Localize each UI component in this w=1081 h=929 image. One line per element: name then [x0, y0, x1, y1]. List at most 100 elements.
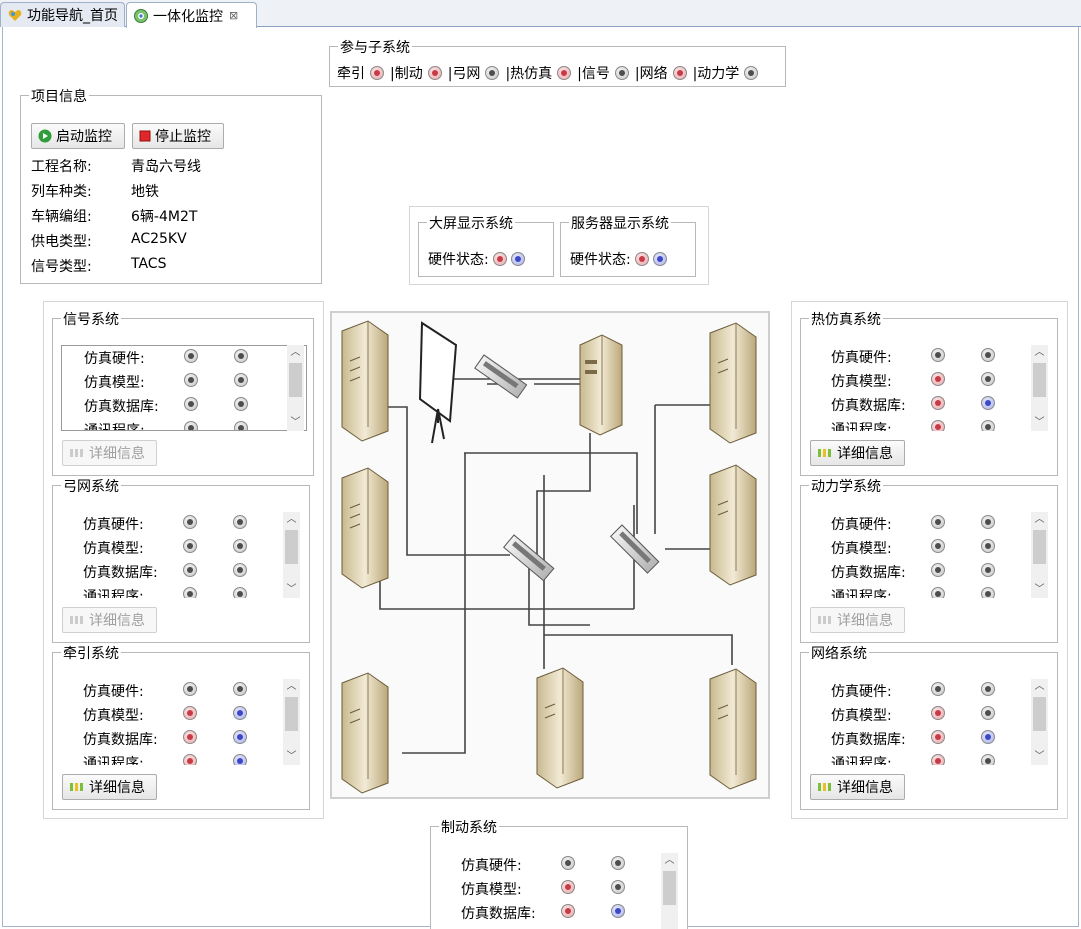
scroll-down-icon[interactable]: ﹀ [1031, 749, 1048, 765]
thermal-status-list[interactable]: 仿真硬件: 仿真模型: 仿真数据库: 通讯程序: [809, 345, 1051, 431]
dynamics-status-list[interactable]: 仿真硬件: 仿真模型: 仿真数据库: 通讯程序: [809, 512, 1051, 598]
network-led-a [931, 706, 945, 720]
pantograph-status-list[interactable]: 仿真硬件: 仿真模型: 仿真数据库: 通讯程序: [61, 512, 303, 598]
thermal-led-b [981, 396, 995, 410]
scroll-thumb[interactable] [1033, 697, 1046, 731]
traction-status-list[interactable]: 仿真硬件: 仿真模型: 仿真数据库: 通讯程序: [61, 679, 303, 765]
scroll-down-icon[interactable]: ﹀ [287, 415, 304, 431]
pantograph-subsystem-title: 弓网系统 [61, 476, 121, 496]
thermal-status-row: 通讯程序: [831, 419, 1029, 431]
signal-status-row: 仿真数据库: [84, 396, 286, 416]
braking-led-b [611, 904, 625, 918]
dynamics-status-row: 仿真硬件: [831, 514, 1029, 534]
tab-integrated-monitor[interactable]: 一体化监控 ⊠ [126, 2, 257, 28]
pantograph-led-b [233, 515, 247, 529]
project-info-title: 项目信息 [29, 86, 89, 106]
participant-6-label: |动力学 [692, 66, 740, 82]
scroll-down-icon[interactable]: ﹀ [283, 749, 300, 765]
display-systems-panel: 大屏显示系统 硬件状态: 服务器显示系统 硬件状态: [409, 206, 709, 285]
server-tower-ml-icon [341, 467, 389, 589]
participant-0-status-led [370, 66, 384, 80]
scroll-up-icon[interactable]: ︿ [1031, 345, 1048, 361]
tab-close-icon[interactable]: ⊠ [229, 9, 238, 22]
scroll-down-icon[interactable]: ﹀ [1031, 415, 1048, 431]
server-display-title: 服务器显示系统 [569, 213, 671, 233]
dynamics-subsystem-title: 动力学系统 [809, 476, 883, 496]
pantograph-row-label: 仿真硬件: [83, 517, 144, 533]
pantograph-led-b [233, 587, 247, 598]
signal-detail-label: 详细信息 [89, 446, 145, 462]
dynamics-scrollbar[interactable]: ︿ ﹀ [1031, 512, 1048, 598]
participant-6-status-led [744, 66, 759, 80]
traction-detail-button[interactable]: 详细信息 [62, 774, 157, 800]
dynamics-row-label: 通讯程序: [831, 589, 892, 598]
scroll-up-icon[interactable]: ︿ [1031, 679, 1048, 695]
scroll-up-icon[interactable]: ︿ [661, 853, 678, 869]
tab-home[interactable]: 功能导航_首页 [0, 2, 125, 27]
project-field-value: 青岛六号线 [131, 159, 201, 175]
bar-chart-icon [70, 449, 83, 457]
signal-subsystem-title: 信号系统 [61, 309, 121, 329]
pantograph-led-a [183, 539, 197, 553]
scroll-thumb[interactable] [285, 530, 298, 564]
monitor-globe-icon [134, 8, 148, 23]
tab-integrated-monitor-label: 一体化监控 [153, 8, 223, 25]
network-led-b [981, 754, 995, 765]
big-screen-led-2 [510, 252, 525, 266]
scroll-thumb[interactable] [1033, 530, 1046, 564]
editor-tab-bar: 功能导航_首页 一体化监控 ⊠ [0, 0, 1081, 28]
pantograph-scrollbar[interactable]: ︿ ﹀ [283, 512, 300, 598]
braking-status-list[interactable]: 仿真硬件: 仿真模型: 仿真数据库: [439, 853, 681, 929]
dynamics-detail-button[interactable]: 详细信息 [810, 607, 905, 633]
thermal-row-label: 通讯程序: [831, 422, 892, 431]
big-screen-title: 大屏显示系统 [427, 213, 515, 233]
signal-status-list[interactable]: 仿真硬件: 仿真模型: 仿真数据库: 通讯程序: [61, 345, 307, 431]
scroll-thumb[interactable] [285, 697, 298, 731]
participant-2-status-led [485, 66, 500, 80]
braking-led-b [611, 880, 625, 894]
pantograph-subsystem-group: 弓网系统 仿真硬件: 仿真模型: 仿真数据库: 通讯程序: ︿ ﹀ 详细信息 [52, 476, 310, 643]
scroll-up-icon[interactable]: ︿ [287, 345, 304, 361]
big-screen-status-label: 硬件状态: [428, 252, 489, 268]
scroll-thumb[interactable] [289, 363, 302, 397]
network-row-label: 仿真模型: [831, 708, 892, 724]
network-row-label: 仿真硬件: [831, 684, 892, 700]
signal-row-label: 仿真硬件: [84, 351, 145, 367]
network-status-row: 仿真数据库: [831, 729, 1029, 749]
signal-subsystem-group: 信号系统 仿真硬件: 仿真模型: 仿真数据库: 通讯程序: ︿ ﹀ 详细信息 [52, 309, 314, 476]
dynamics-led-b [981, 515, 995, 529]
pantograph-detail-button[interactable]: 详细信息 [62, 607, 157, 633]
scroll-thumb[interactable] [1033, 363, 1046, 397]
scroll-up-icon[interactable]: ︿ [1031, 512, 1048, 528]
scroll-up-icon[interactable]: ︿ [283, 679, 300, 695]
network-detail-button[interactable]: 详细信息 [810, 774, 905, 800]
stop-monitor-label: 停止监控 [155, 129, 211, 145]
braking-led-a [561, 904, 575, 918]
server-tower-bl-icon [341, 672, 389, 794]
network-status-list[interactable]: 仿真硬件: 仿真模型: 仿真数据库: 通讯程序: [809, 679, 1051, 765]
scroll-thumb[interactable] [663, 871, 676, 905]
network-led-b [981, 682, 995, 696]
big-screen-status: 硬件状态: [428, 249, 525, 269]
network-switch-top-icon [474, 354, 528, 399]
signal-scrollbar[interactable]: ︿ ﹀ [287, 345, 304, 431]
signal-led-b [234, 421, 248, 430]
dynamics-row-label: 仿真模型: [831, 541, 892, 557]
thermal-detail-button[interactable]: 详细信息 [810, 440, 905, 466]
thermal-scrollbar[interactable]: ︿ ﹀ [1031, 345, 1048, 431]
braking-scrollbar[interactable]: ︿ [661, 853, 678, 929]
bar-chart-icon [818, 449, 831, 457]
scroll-down-icon[interactable]: ﹀ [283, 582, 300, 598]
scroll-down-icon[interactable]: ﹀ [1031, 582, 1048, 598]
stop-monitor-button[interactable]: 停止监控 [132, 123, 224, 149]
start-monitor-button[interactable]: 启动监控 [31, 123, 125, 149]
signal-led-b [234, 397, 248, 411]
network-status-row: 仿真模型: [831, 705, 1029, 725]
pantograph-row-label: 仿真数据库: [83, 565, 158, 581]
signal-detail-button[interactable]: 详细信息 [62, 440, 157, 466]
scroll-up-icon[interactable]: ︿ [283, 512, 300, 528]
participant-3-status-led [557, 66, 572, 80]
traction-status-row: 通讯程序: [83, 753, 281, 765]
network-scrollbar[interactable]: ︿ ﹀ [1031, 679, 1048, 765]
traction-scrollbar[interactable]: ︿ ﹀ [283, 679, 300, 765]
